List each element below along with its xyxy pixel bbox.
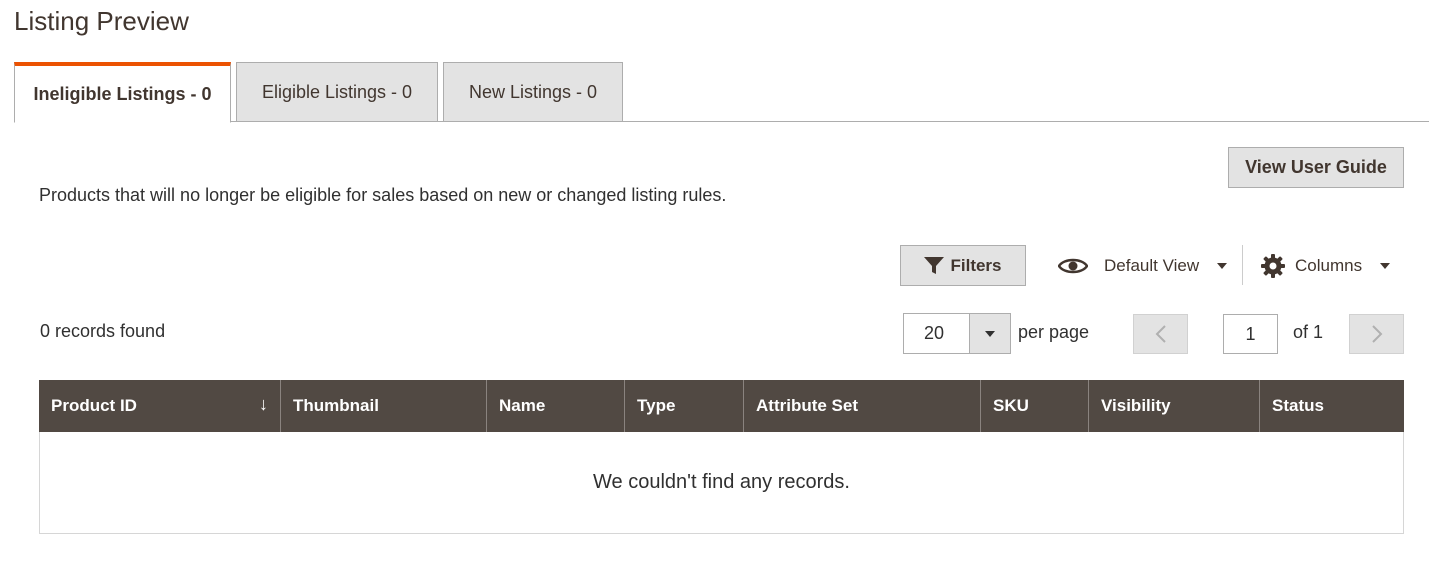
view-switcher[interactable]: Default View: [1058, 245, 1228, 286]
column-header-label: SKU: [993, 396, 1029, 415]
chevron-down-icon: [1217, 262, 1228, 269]
column-header-status[interactable]: Status: [1260, 380, 1404, 432]
chevron-down-icon: [985, 330, 995, 337]
column-header-label: Status: [1272, 396, 1324, 415]
previous-page-button[interactable]: [1133, 314, 1188, 354]
chevron-down-icon: [1380, 262, 1391, 269]
filters-button[interactable]: Filters: [900, 245, 1026, 286]
column-header-sku[interactable]: SKU: [981, 380, 1089, 432]
column-header-product-id[interactable]: Product ID ↓: [39, 380, 281, 432]
eye-icon: [1058, 258, 1088, 273]
column-header-label: Visibility: [1101, 396, 1171, 415]
column-header-type[interactable]: Type: [625, 380, 744, 432]
per-page-label: per page: [1018, 322, 1090, 342]
funnel-icon: [924, 256, 945, 274]
chevron-left-icon: [1155, 325, 1166, 343]
column-header-label: Thumbnail: [293, 396, 379, 415]
next-page-button[interactable]: [1349, 314, 1404, 354]
per-page-toggle[interactable]: [969, 314, 1010, 353]
column-header-thumbnail[interactable]: Thumbnail: [281, 380, 487, 432]
column-header-label: Type: [637, 396, 676, 415]
column-header-label: Product ID: [51, 396, 137, 415]
tab-ineligible-listings[interactable]: Ineligible Listings - 0: [14, 62, 231, 123]
column-header-attribute-set[interactable]: Attribute Set: [744, 380, 981, 432]
tab-bar: Ineligible Listings - 0 Eligible Listing…: [14, 62, 1429, 123]
chevron-right-icon: [1371, 325, 1382, 343]
page-title: Listing Preview: [14, 6, 189, 36]
filters-label: Filters: [950, 255, 1002, 275]
per-page-select[interactable]: 20: [903, 313, 1011, 354]
sort-descending-icon: ↓: [259, 394, 268, 414]
column-header-name[interactable]: Name: [487, 380, 625, 432]
column-header-visibility[interactable]: Visibility: [1089, 380, 1260, 432]
listing-preview-page: Listing Preview Ineligible Listings - 0 …: [0, 0, 1442, 565]
grid-header-row: Product ID ↓ Thumbnail Name Type Attribu…: [39, 380, 1404, 432]
view-label: Default View: [1104, 255, 1200, 275]
gear-icon: [1261, 253, 1285, 278]
tab-eligible-listings[interactable]: Eligible Listings - 0: [236, 62, 438, 122]
records-count: 0 records found: [40, 321, 166, 341]
current-page-input[interactable]: [1223, 314, 1278, 354]
tab-new-listings[interactable]: New Listings - 0: [443, 62, 623, 122]
toolbar-divider: [1242, 245, 1243, 285]
columns-switcher[interactable]: Columns: [1261, 245, 1391, 286]
column-header-label: Attribute Set: [756, 396, 858, 415]
empty-records-message: We couldn't find any records.: [39, 432, 1404, 534]
per-page-value: 20: [924, 323, 945, 343]
listing-grid: Product ID ↓ Thumbnail Name Type Attribu…: [39, 380, 1404, 534]
tab-description: Products that will no longer be eligible…: [39, 185, 727, 205]
view-user-guide-button[interactable]: View User Guide: [1228, 147, 1404, 188]
column-header-label: Name: [499, 396, 546, 415]
total-pages-label: of 1: [1293, 322, 1324, 342]
columns-label: Columns: [1295, 255, 1363, 275]
